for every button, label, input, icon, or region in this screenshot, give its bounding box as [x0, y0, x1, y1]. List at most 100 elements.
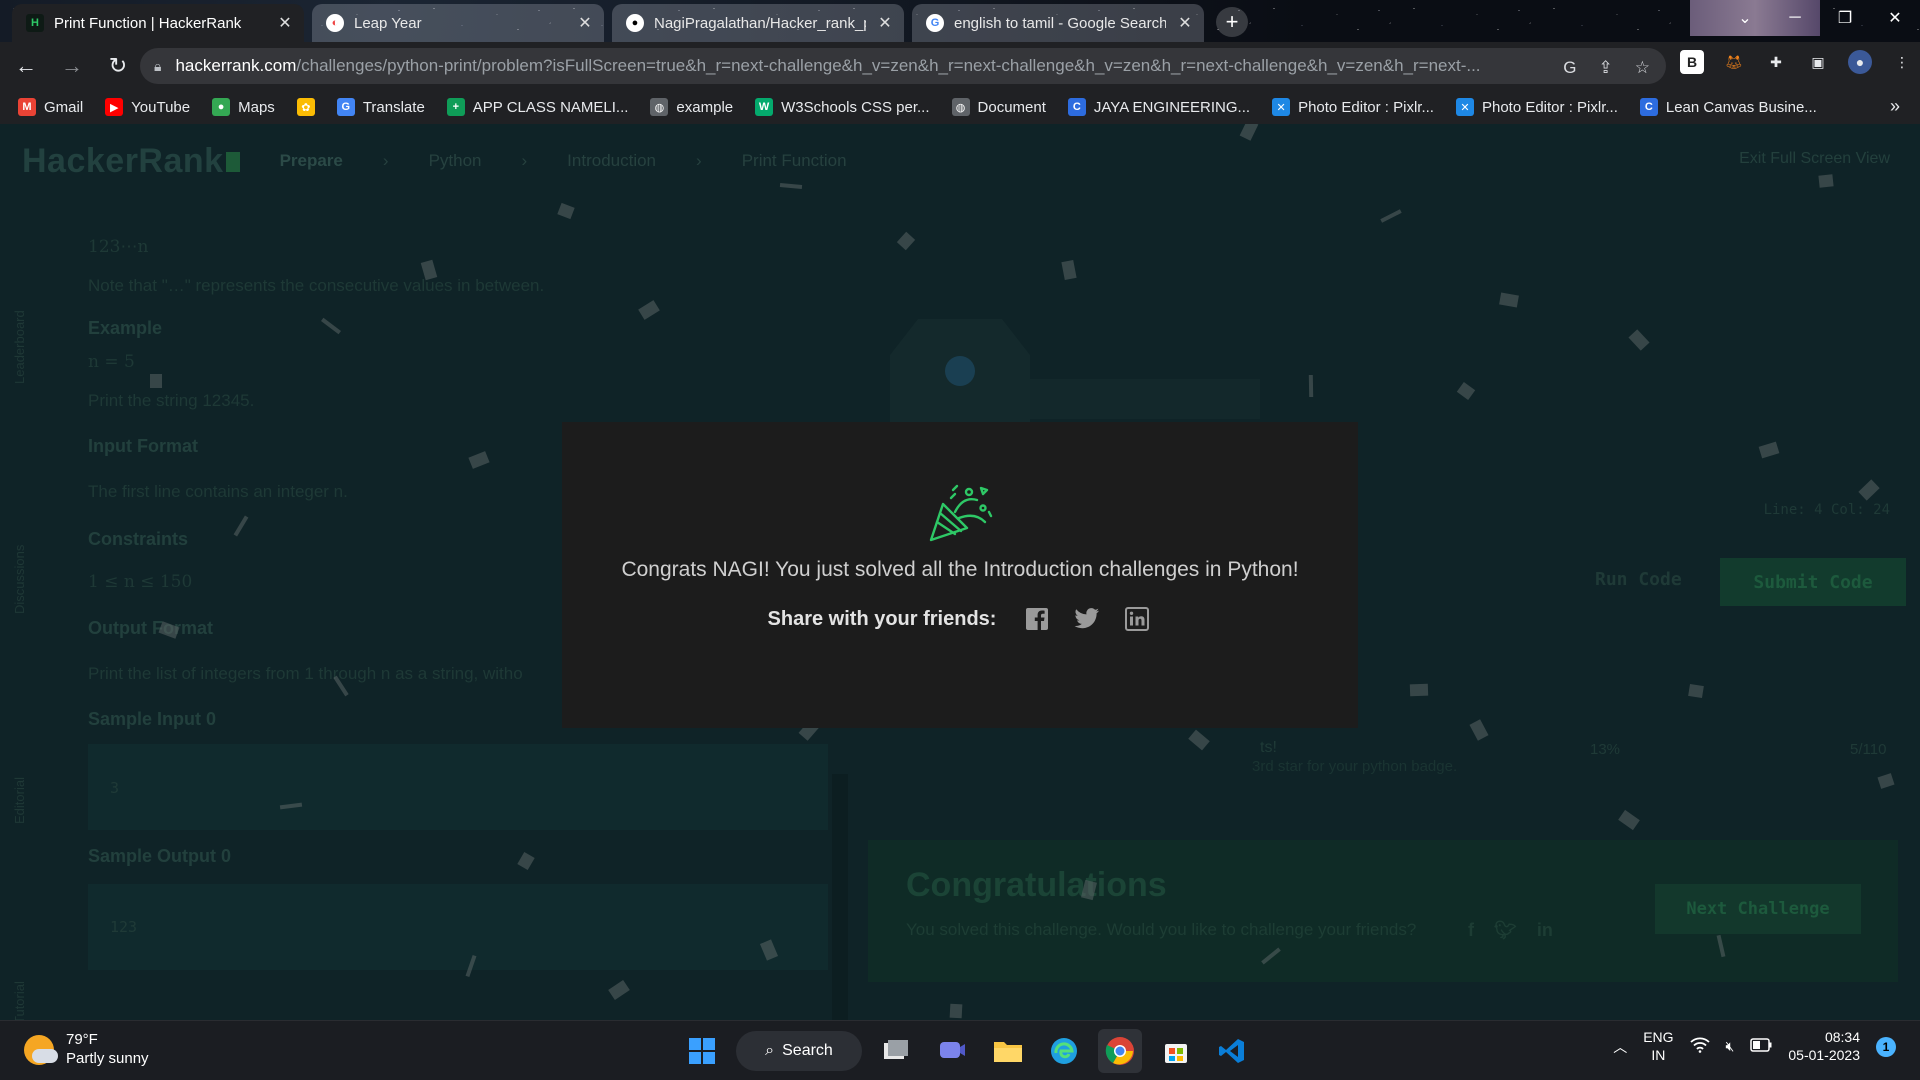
- close-tab-icon[interactable]: ✕: [276, 13, 294, 33]
- tab-google-search[interactable]: G english to tamil - Google Search ✕: [912, 4, 1204, 42]
- restore-icon[interactable]: ❐: [1820, 0, 1870, 36]
- bookmark-label: Photo Editor : Pixlr...: [1298, 98, 1434, 116]
- edge-browser-icon[interactable]: [1042, 1029, 1086, 1073]
- show-hidden-icons-chevron-icon[interactable]: ︿: [1613, 1037, 1627, 1057]
- photos-icon: ✿: [296, 98, 315, 116]
- forward-arrow-icon[interactable]: →: [52, 46, 92, 86]
- rail-discussions[interactable]: Discussions: [12, 545, 27, 614]
- vscode-icon[interactable]: [1210, 1029, 1254, 1073]
- minimize-icon[interactable]: ─: [1770, 0, 1820, 36]
- back-arrow-icon[interactable]: ←: [6, 46, 46, 86]
- bookmark-item[interactable]: ◍ Document: [951, 98, 1046, 116]
- progress-count: 5/110: [1850, 741, 1887, 758]
- extensions-puzzle-icon[interactable]: ✚: [1764, 50, 1788, 74]
- bookmark-label: example: [676, 98, 734, 116]
- search-icon: ⌕: [765, 1042, 775, 1059]
- system-tray: ︿ ENG IN 🔇︎ 08:34 05-01-2023 1: [1613, 1029, 1896, 1064]
- panel-divider: [832, 774, 848, 1020]
- extension-b-icon[interactable]: B: [1680, 50, 1704, 74]
- omnibox-actions: G ⇪ ☆: [1563, 58, 1650, 78]
- close-tab-icon[interactable]: ✕: [876, 13, 894, 33]
- side-panel-icon[interactable]: ▣: [1806, 50, 1830, 74]
- weather-widget[interactable]: 79°F Partly sunny: [24, 1031, 149, 1069]
- lock-icon[interactable]: 🔒︎: [154, 58, 161, 75]
- menu-kebab-icon[interactable]: ⋮: [1890, 50, 1914, 74]
- next-challenge-button[interactable]: Next Challenge: [1655, 884, 1861, 934]
- confetti-piece: [1380, 209, 1402, 223]
- tab-title: Print Function | HackerRank: [54, 14, 242, 32]
- new-tab-button[interactable]: +: [1216, 7, 1248, 37]
- bookmark-item[interactable]: ✿: [296, 98, 315, 116]
- browser-toolbar: ← → ↻ 🔒︎ hackerrank.com /challenges/pyth…: [0, 42, 1920, 90]
- volume-muted-icon[interactable]: 🔇︎: [1726, 1038, 1735, 1055]
- google-lens-icon[interactable]: G: [1563, 58, 1576, 78]
- bookmark-item[interactable]: W W3Schools CSS per...: [755, 98, 930, 116]
- notification-badge[interactable]: 1: [1876, 1036, 1896, 1057]
- tab-github-repo[interactable]: ● NagiPragalathan/Hacker_rank_p ✕: [612, 4, 904, 42]
- input-language[interactable]: ENG IN: [1643, 1029, 1673, 1064]
- rail-leaderboard[interactable]: Leaderboard: [12, 310, 27, 384]
- microsoft-store-icon[interactable]: [1154, 1029, 1198, 1073]
- close-window-icon[interactable]: ✕: [1870, 0, 1920, 36]
- bookmark-item[interactable]: ▶ YouTube: [105, 98, 190, 116]
- bookmark-label: Gmail: [44, 98, 84, 116]
- close-tab-icon[interactable]: ✕: [1176, 13, 1194, 33]
- twitter-icon[interactable]: 🐦︎: [1494, 920, 1517, 941]
- tab-search-chevron-icon[interactable]: ⌄: [1720, 0, 1770, 36]
- sequence-text: 123⋯n: [88, 237, 149, 257]
- pixlr-icon: ✕: [1455, 98, 1474, 116]
- extensions-area: B 🦊︎ ✚ ▣ ● ⋮: [1680, 50, 1914, 74]
- sample-output-block: Sample Output 0: [88, 844, 838, 869]
- battery-icon[interactable]: [1750, 1038, 1772, 1055]
- bookmark-item[interactable]: ✕ Photo Editor : Pixlr...: [1455, 98, 1618, 116]
- task-view-icon[interactable]: [874, 1029, 918, 1073]
- rail-tutorial[interactable]: Tutorial: [12, 981, 27, 1020]
- run-code-button[interactable]: Run Code: [1595, 569, 1682, 590]
- bookmarks-overflow-icon[interactable]: »: [1890, 96, 1900, 117]
- reload-icon[interactable]: ↻: [98, 46, 138, 86]
- youtube-icon: ▶: [105, 98, 124, 116]
- google-favicon-icon: G: [926, 14, 944, 32]
- bookmark-item[interactable]: G Translate: [336, 98, 425, 116]
- colab-favicon-icon: ◐: [326, 14, 344, 32]
- rail-editorial[interactable]: Editorial: [12, 777, 27, 824]
- bookmark-item[interactable]: C Lean Canvas Busine...: [1639, 98, 1817, 116]
- bookmark-item[interactable]: ● Maps: [212, 98, 275, 116]
- file-explorer-icon[interactable]: [986, 1029, 1030, 1073]
- chrome-browser-icon[interactable]: [1098, 1029, 1142, 1073]
- congrats-subtext: You solved this challenge. Would you lik…: [906, 920, 1417, 939]
- facebook-share-icon[interactable]: [1022, 604, 1052, 634]
- bookmark-item[interactable]: C JAYA ENGINEERING...: [1067, 98, 1250, 116]
- wifi-icon[interactable]: [1689, 1037, 1710, 1056]
- twitter-share-icon[interactable]: [1072, 604, 1102, 634]
- note-text: Note that "…" represents the consecutive…: [88, 275, 545, 295]
- bookmark-item[interactable]: ◍ example: [650, 98, 733, 116]
- weather-condition: Partly sunny: [66, 1049, 149, 1067]
- bookmark-star-icon[interactable]: ☆: [1635, 58, 1650, 78]
- example-heading: Example: [88, 317, 163, 338]
- address-bar[interactable]: 🔒︎ hackerrank.com /challenges/python-pri…: [140, 48, 1666, 84]
- linkedin-share-icon[interactable]: [1122, 604, 1152, 634]
- tab-leap-year[interactable]: ◐ Leap Year ✕: [312, 4, 604, 42]
- linkedin-icon[interactable]: in: [1537, 920, 1553, 941]
- metamask-fox-icon[interactable]: 🦊︎: [1722, 50, 1746, 74]
- maps-icon: ●: [212, 98, 231, 116]
- clock-time: 08:34: [1824, 1029, 1860, 1045]
- profile-avatar-icon[interactable]: ●: [1848, 50, 1872, 74]
- close-tab-icon[interactable]: ✕: [576, 13, 594, 33]
- taskbar-search[interactable]: ⌕ Search: [736, 1031, 862, 1071]
- tab-print-function[interactable]: H Print Function | HackerRank ✕: [12, 4, 304, 42]
- bookmark-item[interactable]: M Gmail: [18, 98, 83, 116]
- clock[interactable]: 08:34 05-01-2023: [1788, 1029, 1860, 1064]
- tab-title: english to tamil - Google Search: [954, 14, 1166, 32]
- teams-chat-icon[interactable]: [930, 1029, 974, 1073]
- bookmark-item[interactable]: ✕ Photo Editor : Pixlr...: [1272, 98, 1434, 116]
- facebook-icon[interactable]: f: [1468, 920, 1474, 941]
- exit-fullscreen-link[interactable]: Exit Full Screen View: [1739, 150, 1890, 168]
- url-path: /challenges/python-print/problem?isFullS…: [296, 56, 1481, 75]
- bookmark-item[interactable]: + APP CLASS NAMELI...: [446, 98, 628, 116]
- windows-start-icon[interactable]: [680, 1029, 724, 1073]
- submit-code-button[interactable]: Submit Code: [1720, 558, 1906, 606]
- share-icon[interactable]: ⇪: [1599, 58, 1613, 78]
- tab-title: NagiPragalathan/Hacker_rank_p: [654, 14, 866, 32]
